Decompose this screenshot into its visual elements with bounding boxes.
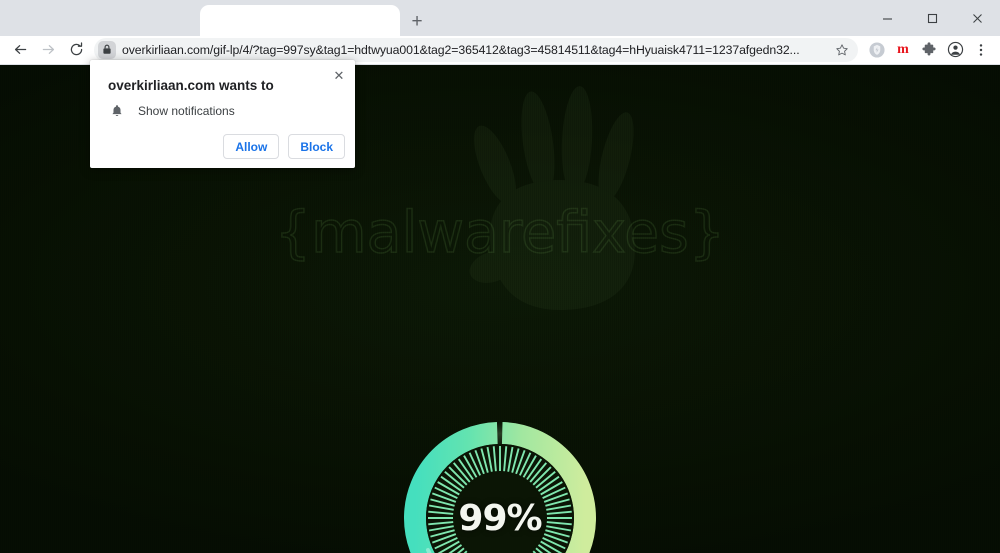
browser-window: + overkirliaan.com/gif-lp/4/?tag=997sy&t… bbox=[0, 0, 1000, 553]
puzzle-piece-icon[interactable] bbox=[916, 37, 942, 63]
three-dot-menu-icon[interactable] bbox=[968, 37, 994, 63]
shield-circle-icon[interactable] bbox=[864, 37, 890, 63]
extension-letter-label: m bbox=[897, 41, 909, 57]
allow-button[interactable]: Allow bbox=[223, 134, 280, 159]
bookmark-star-icon[interactable] bbox=[832, 40, 852, 60]
permission-row: Show notifications bbox=[108, 104, 235, 118]
padlock-icon bbox=[103, 44, 111, 54]
window-controls bbox=[865, 0, 1000, 36]
forward-button bbox=[34, 36, 62, 64]
bell-icon bbox=[108, 104, 126, 118]
address-bar[interactable]: overkirliaan.com/gif-lp/4/?tag=997sy&tag… bbox=[94, 37, 858, 62]
close-button[interactable] bbox=[955, 0, 1000, 36]
dialog-title: overkirliaan.com wants to bbox=[108, 78, 274, 93]
site-info-button[interactable] bbox=[98, 40, 116, 59]
forward-arrow-icon bbox=[42, 45, 54, 54]
back-arrow-icon bbox=[14, 45, 26, 54]
new-tab-button[interactable]: + bbox=[404, 8, 430, 34]
url-text[interactable]: overkirliaan.com/gif-lp/4/?tag=997sy&tag… bbox=[122, 43, 832, 57]
malwarebytes-extension-icon[interactable]: m bbox=[890, 37, 916, 63]
new-tab-plus-icon: + bbox=[411, 10, 423, 32]
maximize-button[interactable] bbox=[910, 0, 955, 36]
browser-tab-active[interactable] bbox=[200, 5, 400, 36]
progress-ring: 99% bbox=[400, 418, 600, 553]
reload-icon bbox=[70, 42, 82, 56]
permission-label: Show notifications bbox=[138, 104, 235, 118]
dialog-close-icon[interactable]: ✕ bbox=[331, 67, 347, 83]
notification-permission-dialog: ✕ overkirliaan.com wants to Show notific… bbox=[90, 60, 355, 168]
toolbar-extension-icons: m bbox=[864, 37, 994, 63]
dialog-buttons: Allow Block bbox=[223, 134, 345, 159]
block-button[interactable]: Block bbox=[288, 134, 345, 159]
minimize-button[interactable] bbox=[865, 0, 910, 36]
tab-strip: + bbox=[0, 0, 1000, 36]
reload-button[interactable] bbox=[62, 36, 90, 64]
profile-avatar-icon[interactable] bbox=[942, 37, 968, 63]
progress-percent-label: 99% bbox=[458, 497, 542, 539]
back-button[interactable] bbox=[6, 36, 34, 64]
tab-title bbox=[200, 5, 400, 21]
